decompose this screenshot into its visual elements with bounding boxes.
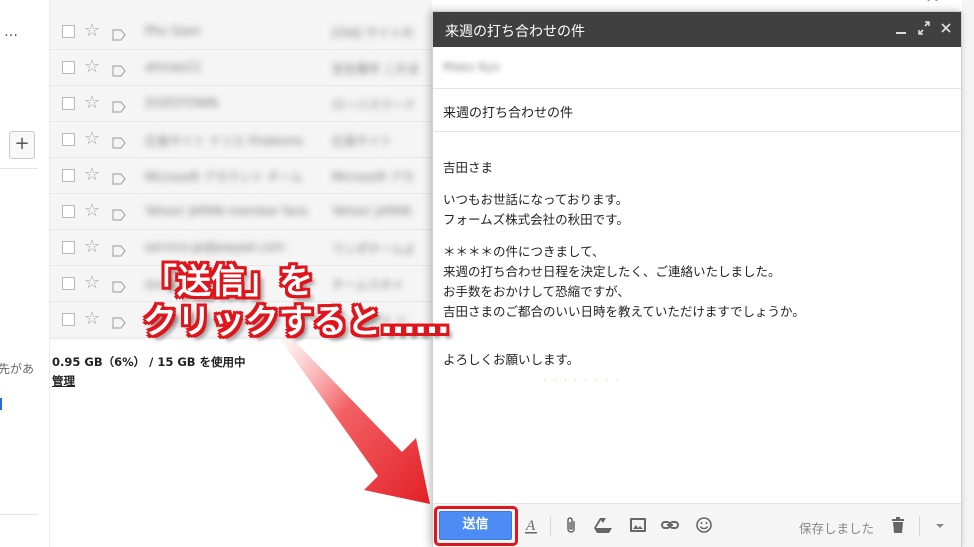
manage-storage-link[interactable]: 管理 <box>52 373 75 389</box>
compose-toolbar: 送信 A 保存しました <box>433 503 961 547</box>
row-checkbox[interactable] <box>62 61 75 74</box>
mail-row[interactable]: ☆ ahmae21 定在庫件 このま <box>50 50 432 86</box>
row-checkbox[interactable] <box>62 241 75 254</box>
annotation-text: 「送信」を クリックすると…… <box>143 262 449 342</box>
body-greeting: 吉田さま <box>443 160 494 175</box>
star-icon[interactable]: ☆ <box>84 129 100 149</box>
body-line: お手数をおかけして恐縮ですが、 <box>443 284 630 299</box>
mail-row[interactable]: ☆ Pho Siam [Old] サイトの <box>50 14 432 50</box>
trash-icon[interactable] <box>888 515 908 535</box>
important-marker-icon[interactable] <box>112 134 126 149</box>
row-checkbox[interactable] <box>62 133 75 146</box>
star-icon[interactable]: ☆ <box>84 309 100 329</box>
important-marker-icon[interactable] <box>112 242 126 257</box>
body-line: フォームズ株式会社の秋田です。 <box>443 212 629 227</box>
message-body[interactable]: 吉田さま いつもお世話になっております。 フォームズ株式会社の秋田です。 ＊＊＊… <box>443 158 943 370</box>
row-subject: 定在庫件 このま <box>332 62 420 76</box>
more-options-icon[interactable] <box>930 515 950 535</box>
row-subject: Microsoft アカ <box>332 170 415 184</box>
row-subject: Yahoo! JAPAN <box>332 204 412 218</box>
drive-icon[interactable] <box>593 515 613 535</box>
row-subject: [Old] サイトの <box>332 26 414 40</box>
important-marker-icon[interactable] <box>112 98 126 113</box>
recipient-value: Mako Kyo <box>443 60 500 74</box>
annotation-line: クリックすると…… <box>143 302 449 342</box>
important-marker-icon[interactable] <box>112 170 126 185</box>
top-right-icon: ⊷ <box>926 0 939 7</box>
row-subject: 広島サイト <box>332 134 393 148</box>
expand-icon[interactable] <box>917 20 931 40</box>
more-icon[interactable]: … <box>4 24 19 40</box>
toolbar-separator <box>919 516 920 536</box>
star-icon[interactable]: ☆ <box>84 201 100 221</box>
row-sender: Microsoft アカウント チーム <box>145 170 303 184</box>
row-sender: service-jp@paypal.com <box>145 240 286 254</box>
row-checkbox[interactable] <box>62 25 75 38</box>
star-icon[interactable]: ☆ <box>84 237 100 257</box>
send-button[interactable]: 送信 <box>439 511 512 540</box>
minimize-icon[interactable] <box>895 20 907 40</box>
compose-header: 来週の打ち合わせの件 <box>433 12 961 47</box>
row-sender: ZOZOTOWN <box>145 96 218 110</box>
important-marker-icon[interactable] <box>112 62 126 77</box>
body-closing: よろしくお願いします。 <box>443 352 580 367</box>
recipient-field[interactable]: Mako Kyo <box>433 47 961 89</box>
formatting-icon[interactable]: A <box>521 515 541 535</box>
storage-usage: 0.95 GB（6%） / 15 GB を使用中 <box>52 355 246 369</box>
draft-saved-status: 保存しました <box>799 521 875 536</box>
sidebar-link-fragment[interactable] <box>0 398 4 410</box>
left-sidebar: … + 先があ <box>0 0 50 547</box>
row-checkbox[interactable] <box>62 313 75 326</box>
row-subject: ローバスワード <box>332 98 416 112</box>
mail-row[interactable]: ☆ 広島サイト ドリエ Fireboms 広島サイト <box>50 122 432 158</box>
annotation-line: 「送信」を <box>143 262 313 302</box>
subject-field[interactable]: 来週の打ち合わせの件 <box>433 90 961 132</box>
row-sender: 広島サイト ドリエ Fireboms <box>145 134 303 148</box>
row-checkbox[interactable] <box>62 277 75 290</box>
link-icon[interactable] <box>660 515 680 535</box>
emoji-icon[interactable] <box>694 515 714 535</box>
body-line: いつもお世話になっております。 <box>443 192 629 207</box>
mail-row[interactable]: ☆ Microsoft アカウント チーム Microsoft アカ <box>50 158 432 194</box>
annotation-arrow <box>278 330 430 504</box>
row-checkbox[interactable] <box>62 169 75 182</box>
body-line: 吉田さまのご都合のいい日時を教えていただけますでしょうか。 <box>443 304 805 319</box>
right-strip <box>962 0 974 547</box>
row-sender: ahmae21 <box>145 60 202 74</box>
row-sender: Yahoo! JAPAN member fans <box>145 204 308 218</box>
toolbar-separator <box>550 516 551 536</box>
star-icon[interactable]: ☆ <box>84 57 100 77</box>
mail-row[interactable]: ☆ ZOZOTOWN ローバスワード <box>50 86 432 122</box>
divider <box>0 168 38 169</box>
row-subject: ワンポチームよ <box>332 242 416 256</box>
body-line: 来週の打ち合わせ日程を決定したく、ご連絡いたしました。 <box>443 264 781 279</box>
important-marker-icon[interactable] <box>112 26 126 41</box>
row-checkbox[interactable] <box>62 205 75 218</box>
row-sender: Pho Siam <box>145 24 201 38</box>
add-button[interactable]: + <box>9 131 35 159</box>
divider <box>0 514 38 515</box>
body-line: ＊＊＊＊の件につきまして、 <box>443 244 605 259</box>
important-marker-icon[interactable] <box>112 278 126 293</box>
important-marker-icon[interactable] <box>112 314 126 329</box>
row-checkbox[interactable] <box>62 97 75 110</box>
signature-placeholder: · · · · · · · · <box>543 376 621 387</box>
star-icon[interactable]: ☆ <box>84 165 100 185</box>
important-marker-icon[interactable] <box>112 206 126 221</box>
sidebar-cut-text: 先があ <box>0 362 35 376</box>
mail-row[interactable]: ☆ service-jp@paypal.com ワンポチームよ <box>50 230 432 266</box>
star-icon[interactable]: ☆ <box>84 273 100 293</box>
subject-value: 来週の打ち合わせの件 <box>443 106 574 121</box>
close-icon[interactable] <box>940 20 952 40</box>
star-icon[interactable]: ☆ <box>84 21 100 41</box>
compose-window: 来週の打ち合わせの件 Mako Kyo 来週の打ち合わせの件 吉田さま いつもお… <box>432 11 962 547</box>
insert-photo-icon[interactable] <box>628 515 648 535</box>
svg-text:A: A <box>525 518 536 534</box>
compose-title: 来週の打ち合わせの件 <box>445 24 585 40</box>
attachment-icon[interactable] <box>561 515 581 535</box>
mail-row[interactable]: ☆ Yahoo! JAPAN member fans Yahoo! JAPAN <box>50 194 432 230</box>
star-icon[interactable]: ☆ <box>84 93 100 113</box>
